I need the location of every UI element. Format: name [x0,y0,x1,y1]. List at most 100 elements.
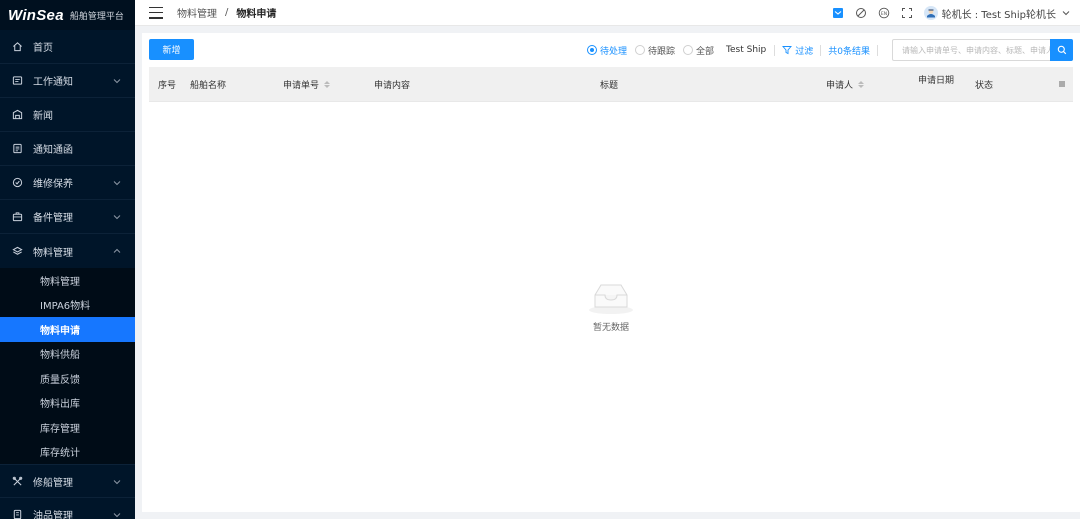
chevron-down-icon [113,77,121,85]
sidebar-item-label: 工作通知 [33,77,73,88]
column-header-status: 状态 [975,81,994,91]
header-actions: EN 轮机长 : Test Ship轮机长 [821,0,1070,26]
divider [877,44,878,56]
submenu-item-supply[interactable]: 物料供船 [0,342,135,367]
filter-icon [782,46,793,55]
search-icon [1057,45,1066,55]
top-header: 物料管理 / 物料申请 EN 轮机长 : Test Ship轮机长 [135,0,1080,26]
message-icon [12,75,23,86]
filter-label: 过滤 [795,46,814,57]
empty-state: 暂无数据 [582,279,640,333]
chevron-down-icon [113,511,121,519]
sort-icon[interactable] [324,81,331,88]
divider [820,44,822,56]
sidebar-item-label: 物料管理 [33,247,73,259]
empty-text: 暂无数据 [592,323,629,333]
filter-button[interactable]: 过滤 [782,44,813,57]
sidebar-item-news[interactable]: 新闻 [0,98,135,132]
chevron-up-icon [113,247,121,255]
column-header-date: 申请日期 [918,76,955,86]
theme-icon[interactable] [855,7,867,19]
column-header-content: 申请内容 [374,81,411,91]
sidebar: WinSea 船舶管理平台 首页 工作通知 新闻 通知通函 维修保养 备件管理 … [0,0,135,519]
breadcrumb-separator: / [225,7,229,18]
breadcrumb-item[interactable]: 物料管理 [177,5,217,20]
sidebar-item-label: 维修保养 [33,179,73,190]
add-button[interactable]: 新增 [149,39,194,60]
avatar[interactable] [923,6,938,20]
tools-icon [12,476,23,487]
menu-toggle-icon[interactable] [149,6,163,19]
submenu-item-quality-feedback[interactable]: 质量反馈 [0,366,135,391]
layers-icon [12,246,23,257]
sidebar-item-label: 首页 [33,43,53,54]
radio-pending[interactable]: 待处理 [586,44,627,57]
radio-label: 待跟踪 [648,46,676,57]
content-panel: 新增 待处理 待跟踪 全部 Test Ship 过滤 共0条结果 请输入申请单号… [142,33,1080,512]
radio-dot [683,45,694,55]
column-header-ship-name: 船舶名称 [190,81,227,91]
maintenance-icon [12,177,23,188]
column-header-request-no[interactable]: 申请单号 [283,67,331,102]
filter-bar: 待处理 待跟踪 全部 Test Ship 过滤 共0条结果 [586,39,1080,61]
radio-dot [586,45,597,55]
sidebar-item-label: 新闻 [33,111,53,122]
home-icon [12,41,23,52]
sidebar-item-work-notice[interactable]: 工作通知 [0,64,135,98]
chevron-down-icon [113,478,121,486]
divider [774,44,776,56]
submenu-item-inventory-stats[interactable]: 库存统计 [0,440,135,465]
chevron-down-icon [113,213,121,221]
result-count: 共0条结果 [828,46,870,57]
column-header-index: 序号 [158,81,177,91]
logo[interactable]: WinSea 船舶管理平台 [0,0,135,30]
column-header-title: 标题 [600,81,619,91]
fullscreen-icon[interactable] [901,7,913,19]
submenu-item-impa6[interactable]: IMPA6物料 [0,293,135,318]
submenu-item-material-request[interactable]: 物料申请 [0,317,135,342]
sidebar-item-oil[interactable]: 油品管理 [0,498,135,519]
sidebar-item-maintenance[interactable]: 维修保养 [0,166,135,200]
submenu-item-outbound[interactable]: 物料出库 [0,391,135,416]
sidebar-item-label: 油品管理 [33,511,73,519]
materials-submenu: 物料管理 IMPA6物料 物料申请 物料供船 质量反馈 物料出库 库存管理 库存… [0,268,135,464]
notice-icon [12,143,23,154]
chevron-down-icon [113,179,121,187]
sidebar-item-label: 通知通函 [33,145,73,156]
sidebar-item-label: 备件管理 [33,213,73,224]
sidebar-item-circular[interactable]: 通知通函 [0,132,135,166]
sidebar-item-materials[interactable]: 物料管理 [0,234,135,268]
empty-inbox-icon [589,284,633,314]
radio-dot [635,45,645,55]
radio-label: 待处理 [599,46,627,57]
search-button[interactable] [1050,39,1073,61]
user-name[interactable]: 轮机长 : Test Ship轮机长 [942,6,1056,21]
message-box-icon[interactable] [832,7,844,19]
ship-selector[interactable]: Test Ship [726,45,766,55]
news-icon [12,109,23,120]
table-header: 序号 船舶名称 申请单号 申请内容 标题 申请人 申请日期 状态 [149,67,1073,102]
breadcrumb: 物料管理 / 物料申请 [177,5,276,20]
radio-tracking[interactable]: 待跟踪 [635,44,675,57]
language-icon[interactable]: EN [878,7,890,19]
logo-text: WinSea [8,6,64,24]
sort-icon[interactable] [858,81,865,88]
oil-icon [12,509,23,519]
column-header-applicant[interactable]: 申请人 [826,67,865,102]
sidebar-item-home[interactable]: 首页 [0,30,135,64]
sidebar-item-ship-repair[interactable]: 修船管理 [0,464,135,498]
radio-all[interactable]: 全部 [683,44,714,57]
radio-label: 全部 [696,46,715,57]
submenu-item-inventory[interactable]: 库存管理 [0,415,135,440]
breadcrumb-current: 物料申请 [236,9,277,20]
sidebar-item-spare-parts[interactable]: 备件管理 [0,200,135,234]
logo-subtitle: 船舶管理平台 [69,11,124,22]
sidebar-item-label: 修船管理 [33,477,73,489]
svg-text:EN: EN [880,11,886,17]
briefcase-icon [12,211,23,222]
search-input[interactable] [893,40,1051,60]
chevron-down-icon[interactable] [1062,9,1070,17]
submenu-item-materials[interactable]: 物料管理 [0,268,135,293]
search-box [892,39,1073,61]
column-settings-icon[interactable] [1057,79,1067,89]
